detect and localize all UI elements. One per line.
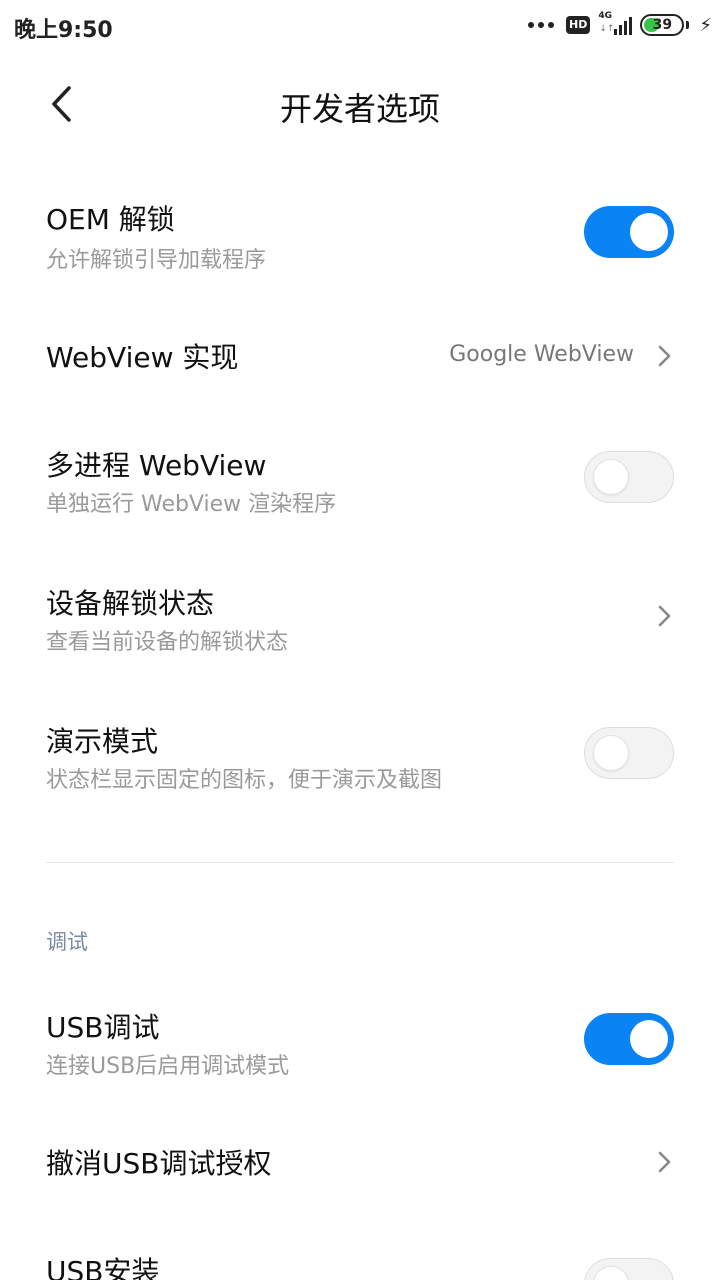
section-divider xyxy=(46,862,674,863)
status-icons: HD 4G ↓↑ 39 ⚡ xyxy=(528,10,712,40)
data-activity-icon: ↓↑ xyxy=(599,24,615,34)
usb-debugging-title: USB调试 xyxy=(46,1011,160,1044)
page-title: 开发者选项 xyxy=(279,90,440,128)
toggle-knob xyxy=(630,213,668,251)
status-bar: 晚上9:50 HD 4G ↓↑ 39 ⚡ xyxy=(0,0,720,52)
toggle-knob xyxy=(593,1266,629,1280)
multiprocess-webview-row[interactable]: 多进程 WebView 单独运行 WebView 渲染程序 xyxy=(0,436,720,536)
oem-unlock-toggle[interactable] xyxy=(584,206,674,258)
usb-debugging-subtitle: 连接USB后启用调试模式 xyxy=(46,1054,290,1079)
title-bar: 开发者选项 xyxy=(0,52,720,160)
demo-mode-row[interactable]: 演示模式 状态栏显示固定的图标，便于演示及截图 xyxy=(0,712,720,812)
webview-implementation-title: WebView 实现 xyxy=(46,341,239,374)
toggle-knob xyxy=(630,1020,668,1058)
usb-debugging-row[interactable]: USB调试 连接USB后启用调试模式 xyxy=(0,998,720,1098)
chevron-right-icon xyxy=(658,345,671,367)
network-type-label: 4G xyxy=(598,11,613,21)
multiprocess-webview-title: 多进程 WebView xyxy=(46,449,267,482)
charging-icon: ⚡ xyxy=(699,14,712,36)
usb-install-title: USB安装 xyxy=(46,1255,160,1280)
chevron-right-icon xyxy=(658,1151,671,1173)
oem-unlock-row[interactable]: OEM 解锁 允许解锁引导加载程序 xyxy=(0,190,720,290)
chevron-right-icon xyxy=(658,605,671,627)
usb-install-toggle[interactable] xyxy=(584,1258,674,1280)
oem-unlock-subtitle: 允许解锁引导加载程序 xyxy=(46,248,267,273)
revoke-usb-debugging-row[interactable]: 撤消USB调试授权 xyxy=(0,1124,720,1204)
toggle-knob xyxy=(593,735,629,771)
webview-implementation-value: Google WebView xyxy=(449,342,634,367)
device-unlock-status-subtitle: 查看当前设备的解锁状态 xyxy=(46,630,289,655)
device-unlock-status-title: 设备解锁状态 xyxy=(46,587,215,620)
debug-section-header: 调试 xyxy=(46,930,88,954)
battery-tip xyxy=(686,21,690,29)
demo-mode-title: 演示模式 xyxy=(46,725,159,758)
battery-level: 39 xyxy=(652,17,673,33)
revoke-usb-debugging-title: 撤消USB调试授权 xyxy=(46,1147,272,1180)
toggle-knob xyxy=(593,459,629,495)
usb-debugging-toggle[interactable] xyxy=(584,1013,674,1065)
more-notifications-icon xyxy=(528,22,555,28)
webview-implementation-row[interactable]: WebView 实现 Google WebView xyxy=(0,320,720,400)
device-unlock-status-row[interactable]: 设备解锁状态 查看当前设备的解锁状态 xyxy=(0,574,720,674)
multiprocess-webview-subtitle: 单独运行 WebView 渲染程序 xyxy=(46,492,337,517)
demo-mode-toggle[interactable] xyxy=(584,727,674,779)
usb-install-row[interactable]: USB安装 xyxy=(0,1236,720,1280)
cellular-signal-icon: 4G ↓↑ xyxy=(598,11,633,37)
battery-icon: 39 xyxy=(640,14,685,36)
demo-mode-subtitle: 状态栏显示固定的图标，便于演示及截图 xyxy=(46,768,443,793)
hd-voice-icon: HD xyxy=(566,16,591,34)
oem-unlock-title: OEM 解锁 xyxy=(46,203,175,236)
status-time: 晚上9:50 xyxy=(14,18,113,43)
multiprocess-webview-toggle[interactable] xyxy=(584,451,674,503)
